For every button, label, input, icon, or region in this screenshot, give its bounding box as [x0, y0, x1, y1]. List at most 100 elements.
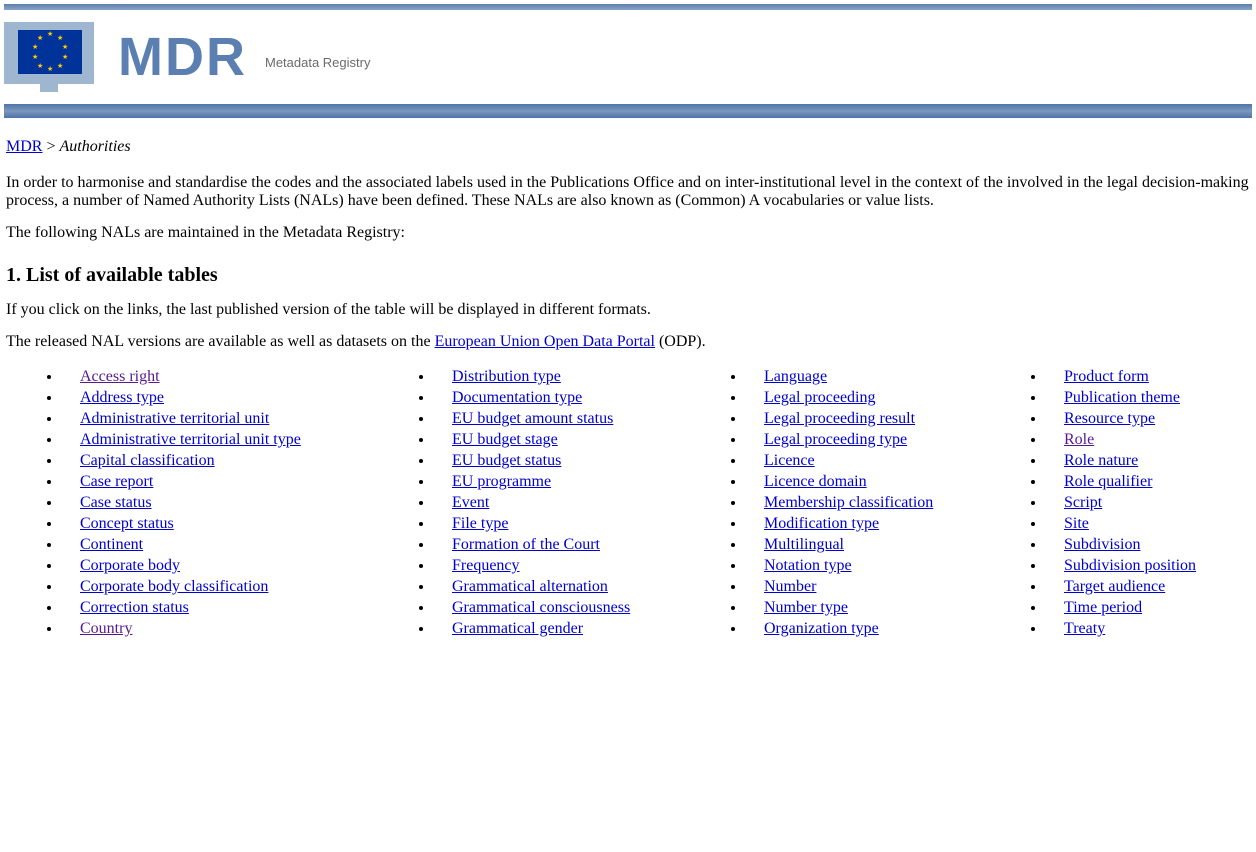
odp-link[interactable]: European Union Open Data Portal	[435, 333, 655, 350]
nal-list-item: Notation type	[746, 557, 1010, 575]
nal-link[interactable]: Time period	[1064, 599, 1142, 616]
nal-link[interactable]: Continent	[80, 536, 143, 553]
nal-list-item: Resource type	[1046, 410, 1250, 428]
nal-list-item: Role	[1046, 431, 1250, 449]
nal-list-item: Role qualifier	[1046, 473, 1250, 491]
nal-list-item: Continent	[62, 536, 398, 554]
nal-link[interactable]: Legal proceeding	[764, 389, 876, 406]
nal-list-item: Event	[434, 494, 710, 512]
nal-link[interactable]: Formation of the Court	[452, 536, 600, 553]
nal-link[interactable]: Multilingual	[764, 536, 844, 553]
logo-block: ★ ★ ★ ★ ★ ★ ★ ★ ★ ★ MDR Metadata Registr…	[4, 22, 370, 92]
nal-list-item: Corporate body classification	[62, 578, 398, 596]
nal-link[interactable]: Capital classification	[80, 452, 215, 469]
nal-link[interactable]: Legal proceeding type	[764, 431, 907, 448]
nal-list-item: Administrative territorial unit	[62, 410, 398, 428]
nal-list-item: Access right	[62, 368, 398, 386]
nal-list-item: Number	[746, 578, 1010, 596]
nal-list-item: Product form	[1046, 368, 1250, 386]
nal-list-item: Grammatical consciousness	[434, 599, 710, 617]
nal-link[interactable]: Case report	[80, 473, 153, 490]
breadcrumb-separator: >	[42, 138, 59, 155]
nal-list-item: Legal proceeding type	[746, 431, 1010, 449]
nal-link[interactable]: Licence domain	[764, 473, 867, 490]
nal-list-item: Capital classification	[62, 452, 398, 470]
nal-list-item: Target audience	[1046, 578, 1250, 596]
nal-list-item: Site	[1046, 515, 1250, 533]
nal-link[interactable]: Role qualifier	[1064, 473, 1152, 490]
nal-link[interactable]: Target audience	[1064, 578, 1165, 595]
nal-link[interactable]: Grammatical gender	[452, 620, 583, 637]
eu-flag-icon: ★ ★ ★ ★ ★ ★ ★ ★ ★ ★	[4, 22, 94, 92]
nal-list-item: Correction status	[62, 599, 398, 617]
nal-column-4: Product form Publication theme Resource ty…	[1010, 365, 1250, 641]
nal-link[interactable]: Event	[452, 494, 489, 511]
nal-link[interactable]: Access right	[80, 368, 160, 385]
nal-list-item: Subdivision position	[1046, 557, 1250, 575]
nal-link[interactable]: Country	[80, 620, 132, 637]
nal-link[interactable]: EU budget amount status	[452, 410, 613, 427]
nal-column-3: Language Legal proceeding Legal proceeding…	[710, 365, 1010, 641]
nal-list-item: Case status	[62, 494, 398, 512]
nal-link[interactable]: Notation type	[764, 557, 852, 574]
nal-list-item: Publication theme	[1046, 389, 1250, 407]
nal-list-item: Membership classification	[746, 494, 1010, 512]
nal-list-item: Language	[746, 368, 1010, 386]
odp-suffix: (ODP).	[655, 333, 706, 350]
nal-link[interactable]: Administrative territorial unit type	[80, 431, 301, 448]
nal-link[interactable]: EU budget stage	[452, 431, 558, 448]
nal-link[interactable]: Subdivision position	[1064, 557, 1196, 574]
nal-list-1: Access right Address type Administrative t…	[26, 368, 398, 638]
nal-link[interactable]: Documentation type	[452, 389, 582, 406]
nal-link[interactable]: Concept status	[80, 515, 174, 532]
nal-link[interactable]: Resource type	[1064, 410, 1155, 427]
breadcrumb-current: Authorities	[59, 138, 130, 155]
nal-list-item: Treaty	[1046, 620, 1250, 638]
nal-columns: Access right Address type Administrative t…	[6, 365, 1250, 641]
nal-link[interactable]: Distribution type	[452, 368, 561, 385]
section-paragraph-1: If you click on the links, the last publ…	[6, 301, 1250, 319]
nal-link[interactable]: EU budget status	[452, 452, 561, 469]
nal-link[interactable]: Grammatical consciousness	[452, 599, 630, 616]
nal-link[interactable]: Number type	[764, 599, 848, 616]
nal-link[interactable]: Legal proceeding result	[764, 410, 915, 427]
main-content: MDR > Authorities In order to harmonise …	[0, 138, 1256, 641]
nal-link[interactable]: Corporate body classification	[80, 578, 268, 595]
nal-link[interactable]: Correction status	[80, 599, 189, 616]
nal-link[interactable]: Subdivision	[1064, 536, 1140, 553]
nal-list-item: Role nature	[1046, 452, 1250, 470]
nal-list-item: Frequency	[434, 557, 710, 575]
nal-list-3: Language Legal proceeding Legal proceeding…	[710, 368, 1010, 638]
nal-link[interactable]: Case status	[80, 494, 152, 511]
nal-column-2: Distribution type Documentation type EU bu…	[398, 365, 710, 641]
nal-link[interactable]: Modification type	[764, 515, 879, 532]
nal-link[interactable]: Role	[1064, 431, 1094, 448]
nal-link[interactable]: Address type	[80, 389, 164, 406]
nal-link[interactable]: Administrative territorial unit	[80, 410, 269, 427]
nal-link[interactable]: Site	[1064, 515, 1089, 532]
nal-list-item: Time period	[1046, 599, 1250, 617]
nal-list-item: EU budget amount status	[434, 410, 710, 428]
nal-list-4: Product form Publication theme Resource ty…	[1010, 368, 1250, 638]
nal-link[interactable]: Organization type	[764, 620, 879, 637]
nal-link[interactable]: Role nature	[1064, 452, 1138, 469]
nal-list-item: Legal proceeding result	[746, 410, 1010, 428]
nal-link[interactable]: Licence	[764, 452, 815, 469]
nal-link[interactable]: EU programme	[452, 473, 551, 490]
nal-link[interactable]: Language	[764, 368, 827, 385]
logo-text: MDR	[118, 30, 247, 84]
nal-link[interactable]: Number	[764, 578, 816, 595]
nal-link[interactable]: Frequency	[452, 557, 520, 574]
nal-list-item: Legal proceeding	[746, 389, 1010, 407]
nal-link[interactable]: Script	[1064, 494, 1102, 511]
nal-link[interactable]: Grammatical alternation	[452, 578, 608, 595]
nal-link[interactable]: Treaty	[1064, 620, 1105, 637]
nal-link[interactable]: Product form	[1064, 368, 1149, 385]
nal-link[interactable]: Membership classification	[764, 494, 933, 511]
nal-link[interactable]: Publication theme	[1064, 389, 1180, 406]
nal-list-item: File type	[434, 515, 710, 533]
header-separator-bar	[4, 104, 1252, 118]
nal-link[interactable]: Corporate body	[80, 557, 180, 574]
breadcrumb-root-link[interactable]: MDR	[6, 138, 42, 155]
nal-link[interactable]: File type	[452, 515, 508, 532]
